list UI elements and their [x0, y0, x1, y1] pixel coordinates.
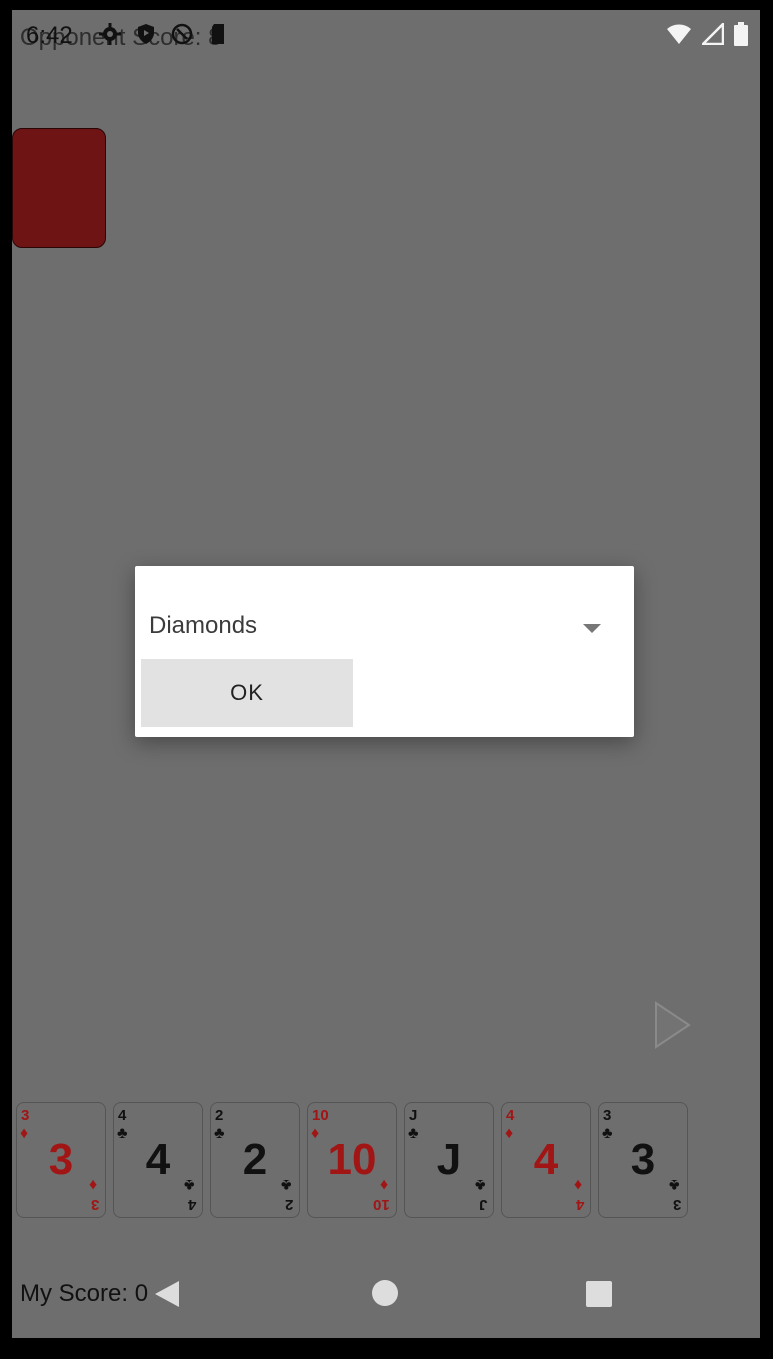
status-icons-left	[98, 22, 230, 46]
signal-icon	[699, 20, 725, 50]
home-icon[interactable]	[372, 1280, 398, 1306]
card-rank: 10	[373, 1196, 390, 1213]
club-icon: ♣	[474, 1176, 486, 1193]
club-icon: ♣	[183, 1176, 195, 1193]
card-rank: 3	[21, 1107, 30, 1124]
status-icons-right	[666, 20, 748, 51]
card-rank: 3	[90, 1196, 99, 1213]
diamond-icon: ♦	[88, 1176, 97, 1193]
card-rank: 4	[506, 1107, 515, 1124]
card-rank: J	[409, 1107, 418, 1124]
hand-card[interactable]: 3 ♣ 3 ♣ 3	[598, 1102, 688, 1218]
card-rank: J	[478, 1196, 487, 1213]
back-icon[interactable]	[154, 1280, 180, 1313]
card-rank: 4	[118, 1107, 127, 1124]
club-icon: ♣	[280, 1176, 292, 1193]
sdcard-icon	[206, 22, 230, 46]
hand-card[interactable]: 2 ♣ 2 ♣ 2	[210, 1102, 300, 1218]
hand-card[interactable]: 10 ♦ 10 ♦ 10	[307, 1102, 397, 1218]
card-rank: 4	[575, 1196, 584, 1213]
wifi-icon	[666, 23, 692, 50]
play-arrow-icon[interactable]	[652, 1000, 692, 1055]
card-rank: 2	[284, 1196, 293, 1213]
suit-dropdown[interactable]: Diamonds	[149, 612, 257, 640]
hand-card[interactable]: 3 ♦ 3 ♦ 3	[16, 1102, 106, 1218]
ok-button[interactable]: OK	[141, 659, 353, 727]
suit-select-dialog: Diamonds OK	[135, 566, 634, 737]
card-rank: 10	[312, 1107, 329, 1124]
diamond-icon: ♦	[573, 1176, 582, 1193]
hand-card[interactable]: 4 ♦ 4 ♦ 4	[501, 1102, 591, 1218]
hand-card[interactable]: J ♣ J ♣ J	[404, 1102, 494, 1218]
recents-icon[interactable]	[586, 1281, 612, 1307]
gear-icon	[98, 22, 122, 46]
hand-card[interactable]: 4 ♣ 4 ♣ 4	[113, 1102, 203, 1218]
card-rank: 4	[187, 1196, 196, 1213]
club-icon: ♣	[668, 1176, 680, 1193]
my-score: My Score: 0	[20, 1280, 149, 1307]
battery-icon	[734, 22, 748, 51]
opponent-deck-card	[12, 128, 106, 248]
card-rank: 2	[215, 1107, 224, 1124]
game-screen: Opponent Score: 8 6:42 Diamonds OK 3 ♦ 3…	[12, 10, 760, 1338]
chevron-down-icon[interactable]	[583, 624, 601, 633]
card-rank: 3	[672, 1196, 681, 1213]
card-rank: 3	[603, 1107, 612, 1124]
shield-icon	[134, 22, 158, 46]
sync-icon	[170, 22, 194, 46]
status-time: 6:42	[26, 22, 73, 49]
diamond-icon: ♦	[379, 1176, 388, 1193]
